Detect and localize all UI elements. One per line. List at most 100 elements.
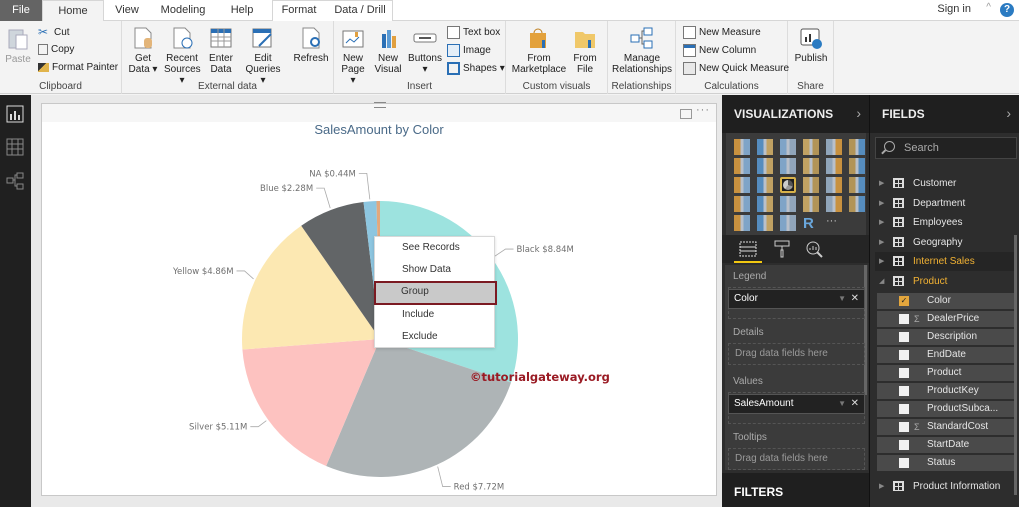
field-color[interactable]: ✓ Color	[877, 292, 1014, 309]
expand-arrow-icon[interactable]: ▶	[879, 233, 884, 252]
collapse-ribbon-icon[interactable]: ^	[986, 2, 991, 13]
visual-type-icon[interactable]	[757, 177, 773, 193]
report-view-icon[interactable]	[6, 105, 24, 123]
visual-type-icon[interactable]	[780, 158, 796, 174]
text-box-button[interactable]: Text box	[447, 26, 500, 39]
visual-type-icon[interactable]	[803, 177, 819, 193]
visual-type-icon[interactable]	[734, 158, 750, 174]
visual-type-icon[interactable]	[803, 139, 819, 155]
filters-header[interactable]: FILTERS	[722, 473, 869, 507]
collapse-fields-icon[interactable]: ›	[1006, 105, 1011, 121]
menu-item-include[interactable]: Include	[375, 304, 496, 326]
tab-view[interactable]: View	[106, 0, 148, 21]
field-startdate[interactable]: StartDate	[877, 436, 1014, 453]
field-description[interactable]: Description	[877, 328, 1014, 345]
field-productkey[interactable]: ProductKey	[877, 382, 1014, 399]
field-enddate[interactable]: EndDate	[877, 346, 1014, 363]
field-table-product-information[interactable]: ▶ Product Information	[875, 477, 1015, 496]
sign-in-link[interactable]: Sign in	[937, 3, 971, 15]
field-dealerprice[interactable]: Σ DealerPrice	[877, 310, 1014, 327]
tab-modeling[interactable]: Modeling	[152, 0, 214, 21]
relationships-view-icon[interactable]	[6, 172, 24, 190]
field-table-product[interactable]: ◢ Product	[875, 272, 1015, 291]
collapse-arrow-icon[interactable]: ◢	[879, 272, 884, 291]
from-file-button[interactable]: From File	[570, 26, 600, 75]
field-checkbox[interactable]	[899, 403, 909, 414]
wells-scrollbar[interactable]	[864, 265, 867, 395]
visual-type-icon[interactable]	[826, 158, 842, 174]
field-table-employees[interactable]: ▶ Employees	[875, 213, 1015, 232]
tooltips-well[interactable]: Drag data fields here	[728, 448, 865, 470]
menu-item-group[interactable]: Group	[374, 281, 497, 305]
visual-type-icon[interactable]	[757, 196, 773, 212]
tab-home[interactable]: Home	[42, 0, 104, 22]
visual-type-icon[interactable]: R	[803, 215, 819, 232]
visual-type-icon[interactable]	[734, 139, 750, 155]
new-column-button[interactable]: New Column	[683, 44, 756, 57]
field-status[interactable]: Status	[877, 454, 1014, 471]
recent-sources-button[interactable]: Recent Sources ▾	[164, 26, 201, 86]
menu-item-see-records[interactable]: See Records	[375, 237, 496, 259]
collapse-visualizations-icon[interactable]: ›	[856, 105, 861, 121]
visual-type-icon[interactable]	[780, 215, 796, 231]
cut-button[interactable]: ✂ Cut	[38, 26, 70, 39]
legend-field-dropdown-icon[interactable]: ▼	[838, 290, 846, 308]
remove-legend-field-icon[interactable]: ✕	[851, 290, 859, 308]
values-field-dropdown-icon[interactable]: ▼	[838, 395, 846, 413]
expand-arrow-icon[interactable]: ▶	[879, 194, 884, 213]
edit-queries-button[interactable]: Edit Queries ▾	[244, 26, 282, 86]
field-checkbox[interactable]	[899, 331, 909, 342]
visual-type-icon[interactable]	[734, 215, 750, 231]
remove-values-field-icon[interactable]: ✕	[851, 395, 859, 413]
field-product[interactable]: Product	[877, 364, 1014, 381]
visual-type-icon[interactable]	[734, 196, 750, 212]
visual-type-icon[interactable]	[849, 139, 865, 155]
field-checkbox[interactable]	[899, 313, 909, 324]
format-paint-roller-icon[interactable]	[772, 239, 792, 259]
field-checkbox[interactable]	[899, 457, 909, 468]
visual-type-icon[interactable]	[849, 158, 865, 174]
pie-chart-visual-type-icon[interactable]	[780, 177, 796, 193]
menu-item-show-data[interactable]: Show Data	[375, 259, 496, 281]
visual-type-icon[interactable]	[757, 139, 773, 155]
visual-type-icon[interactable]	[826, 177, 842, 193]
expand-arrow-icon[interactable]: ▶	[879, 477, 884, 496]
enter-data-button[interactable]: Enter Data	[206, 26, 236, 75]
field-standardcost[interactable]: Σ StandardCost	[877, 418, 1014, 435]
visual-type-icon[interactable]	[849, 177, 865, 193]
buttons-button[interactable]: Buttons ▾	[407, 26, 443, 75]
visual-type-icon[interactable]	[849, 196, 865, 212]
field-table-internet-sales[interactable]: ▶ Internet Sales	[875, 252, 1015, 272]
field-productsubca[interactable]: ProductSubca...	[877, 400, 1014, 417]
expand-arrow-icon[interactable]: ▶	[879, 213, 884, 232]
publish-button[interactable]: Publish	[793, 26, 829, 64]
legend-field-pill[interactable]: Color ▼ ✕	[728, 289, 865, 309]
visual-type-icon[interactable]	[803, 196, 819, 212]
field-table-department[interactable]: ▶ Department	[875, 194, 1015, 213]
tab-format[interactable]: Format	[274, 0, 324, 21]
refresh-button[interactable]: Refresh	[292, 26, 330, 64]
data-view-icon[interactable]	[6, 138, 24, 156]
tab-help[interactable]: Help	[222, 0, 262, 21]
field-checkbox[interactable]: ✓	[899, 295, 909, 306]
visual-type-icon[interactable]	[803, 158, 819, 174]
expand-arrow-icon[interactable]: ▶	[879, 174, 884, 193]
field-table-geography[interactable]: ▶ Geography	[875, 233, 1015, 252]
analytics-magnifier-icon[interactable]	[804, 239, 824, 259]
copy-button[interactable]: Copy	[38, 44, 74, 55]
format-painter-button[interactable]: Format Painter	[38, 62, 118, 73]
visual-type-icon[interactable]	[826, 139, 842, 155]
visual-type-icon[interactable]	[757, 215, 773, 231]
fields-tab-icon[interactable]	[738, 239, 758, 259]
new-measure-button[interactable]: New Measure	[683, 26, 761, 39]
visual-type-icon[interactable]	[734, 177, 750, 193]
image-button[interactable]: Image	[447, 44, 491, 57]
values-field-pill[interactable]: SalesAmount ▼ ✕	[728, 394, 865, 414]
fields-scrollbar[interactable]	[1014, 235, 1017, 495]
field-checkbox[interactable]	[899, 421, 909, 432]
field-table-customer[interactable]: ▶ Customer	[875, 174, 1015, 193]
details-well[interactable]: Drag data fields here	[728, 343, 865, 365]
more-visuals-icon[interactable]: ···	[826, 215, 842, 231]
visual-type-icon[interactable]	[826, 196, 842, 212]
visual-type-icon[interactable]	[757, 158, 773, 174]
